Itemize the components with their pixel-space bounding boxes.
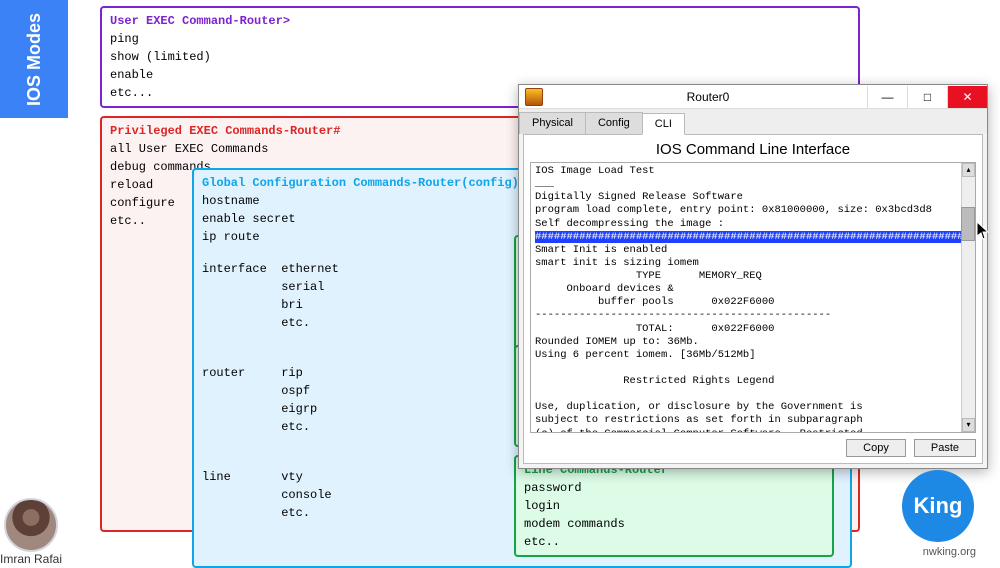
scroll-up-icon[interactable]: ▴ [962,163,975,177]
scroll-down-icon[interactable]: ▾ [962,418,975,432]
cli-output-wrap: IOS Image Load Test ___ Digitally Signed… [530,162,976,433]
cli-highlight: ########################################… [535,231,976,243]
app-icon [525,88,543,106]
maximize-button[interactable]: □ [907,86,947,108]
window-title: Router0 [549,90,867,104]
user-exec-title: User EXEC Command-Router> [110,12,850,30]
brand-logo: King [902,470,974,542]
tab-cli[interactable]: CLI [642,113,685,135]
panel-title: IOS Command Line Interface [530,141,976,158]
brand-url: nwking.org [923,546,976,558]
tab-physical[interactable]: Physical [519,112,586,134]
cli-pre1: IOS Image Load Test ___ Digitally Signed… [535,165,932,230]
close-button[interactable]: ✕ [947,86,987,108]
tabs: Physical Config CLI [519,109,987,134]
author-name: Imran Rafai [0,552,62,566]
cursor-icon [977,222,989,240]
copy-button[interactable]: Copy [846,439,906,457]
avatar [4,498,58,552]
button-row: Copy Paste [530,439,976,457]
paste-button[interactable]: Paste [914,439,976,457]
scrollbar[interactable]: ▴ ▾ [961,163,975,432]
sidebar-tab: IOS Modes [0,0,68,118]
tab-config[interactable]: Config [585,112,643,134]
cli-output[interactable]: IOS Image Load Test ___ Digitally Signed… [531,163,975,433]
line-box: Line Commands-Router password login mode… [514,455,834,557]
cli-pre2: Smart Init is enabled smart init is sizi… [535,244,894,433]
titlebar[interactable]: Router0 — □ ✕ [519,85,987,109]
cli-panel: IOS Command Line Interface IOS Image Loa… [523,134,983,464]
line-box-body: password login modem commands etc.. [524,479,824,551]
scroll-thumb[interactable] [961,207,975,241]
router0-window: Router0 — □ ✕ Physical Config CLI IOS Co… [518,84,988,469]
minimize-button[interactable]: — [867,86,907,108]
sidebar-title: IOS Modes [24,12,45,105]
